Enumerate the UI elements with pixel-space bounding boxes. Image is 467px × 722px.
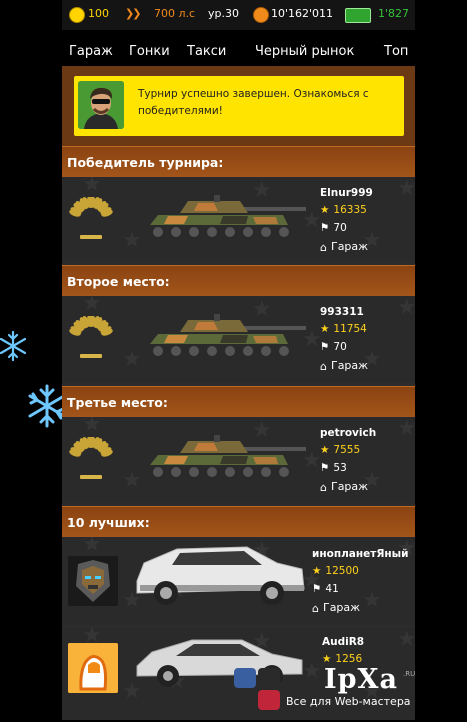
watermark-domain: .RU bbox=[403, 670, 416, 678]
watermark-text: Все для Web-мастера bbox=[286, 695, 411, 708]
nav-garage[interactable]: Гараж bbox=[69, 44, 113, 59]
player-score: ★ 7555 bbox=[320, 444, 361, 456]
checkered-flag-icon: ⚑ bbox=[320, 222, 330, 234]
section-header-top10: 10 лучших: bbox=[62, 506, 415, 538]
gold-amount: 100 bbox=[88, 7, 109, 20]
section-header-second: Второе место: bbox=[62, 265, 415, 297]
suv-image bbox=[132, 541, 307, 615]
tank-image bbox=[128, 308, 308, 372]
star-icon: ★ bbox=[312, 565, 322, 577]
svg-text:★: ★ bbox=[397, 628, 415, 652]
garage-icon: ⌂ bbox=[312, 601, 319, 615]
player-score: ★ 12500 bbox=[312, 565, 359, 577]
star-icon: ★ bbox=[320, 323, 330, 335]
watermark-logo: IpXa bbox=[324, 664, 398, 695]
snowflake-icon bbox=[27, 383, 67, 429]
nav-black-market[interactable]: Черный рынок bbox=[255, 44, 354, 59]
garage-icon: ⌂ bbox=[320, 480, 327, 494]
top-row-1[interactable]: ★★★★★★★ инопланетЯный ★12500 ⚑41 ⌂Гараж bbox=[62, 537, 415, 625]
svg-text:★: ★ bbox=[82, 537, 102, 557]
player-score: ★ 11754 bbox=[320, 323, 367, 335]
svg-text:★: ★ bbox=[82, 296, 102, 316]
character-avatar bbox=[78, 81, 124, 129]
cash-icon bbox=[345, 8, 371, 23]
player-level: ⚑ 70 bbox=[320, 341, 347, 353]
player-level: ⚑ 53 bbox=[320, 462, 347, 474]
main-nav: Гараж Гонки Такси Черный рынок Топ bbox=[62, 30, 415, 66]
svg-text:★: ★ bbox=[397, 417, 415, 441]
snowflake-icon bbox=[0, 330, 26, 362]
notice-text: Турнир успешно завершен. Ознакомься с по… bbox=[138, 88, 369, 117]
nav-races[interactable]: Гонки bbox=[129, 44, 170, 59]
winner-row-1[interactable]: ★★★★★★★ Elnur999 ★16335 ⚑70 ⌂Гараж bbox=[62, 177, 415, 261]
garage-icon: ⌂ bbox=[320, 240, 327, 254]
garage-link[interactable]: ⌂ Гараж bbox=[320, 359, 368, 373]
section-header-third: Третье место: bbox=[62, 386, 415, 418]
nav-taxi[interactable]: Такси bbox=[187, 44, 226, 59]
svg-text:★: ★ bbox=[397, 177, 415, 201]
checkered-flag-icon: ⚑ bbox=[320, 341, 330, 353]
tank-image bbox=[128, 189, 308, 253]
garage-link[interactable]: ⌂ Гараж bbox=[320, 240, 368, 254]
player-level: ⚑ 41 bbox=[312, 583, 339, 595]
player-name[interactable]: petrovich bbox=[320, 427, 376, 439]
svg-text:★: ★ bbox=[362, 588, 382, 613]
player-name[interactable]: инопланетЯный bbox=[312, 548, 409, 560]
section-title: Второе место: bbox=[67, 274, 170, 289]
section-title: Победитель турнира: bbox=[67, 155, 224, 170]
level-value: ур.30 bbox=[208, 7, 239, 20]
garage-icon: ⌂ bbox=[320, 359, 327, 373]
player-name[interactable]: 993311 bbox=[320, 306, 364, 318]
money-coin-icon bbox=[253, 7, 269, 23]
gold-coin-icon bbox=[69, 7, 85, 23]
player-name[interactable]: Elnur999 bbox=[320, 187, 373, 199]
player-name[interactable]: AudiR8 bbox=[322, 636, 364, 648]
laurel-wreath-icon bbox=[68, 315, 114, 366]
garage-link[interactable]: ⌂ Гараж bbox=[320, 480, 368, 494]
svg-text:★: ★ bbox=[397, 296, 415, 320]
nav-top[interactable]: Топ bbox=[384, 44, 408, 59]
garage-link[interactable]: ⌂ Гараж bbox=[312, 601, 360, 615]
notice-box: Турнир успешно завершен. Ознакомься с по… bbox=[74, 76, 404, 136]
star-icon: ★ bbox=[320, 444, 330, 456]
winner-row-2[interactable]: ★★★★★★★ 993311 ★11754 ⚑70 ⌂Гараж bbox=[62, 296, 415, 382]
cash-amount: 1'827 bbox=[378, 7, 410, 20]
svg-text:★: ★ bbox=[82, 417, 102, 437]
laurel-wreath-icon bbox=[68, 196, 114, 247]
section-title: 10 лучших: bbox=[67, 515, 150, 530]
notice-panel: Турнир успешно завершен. Ознакомься с по… bbox=[62, 66, 415, 146]
checkered-flag-icon: ⚑ bbox=[320, 462, 330, 474]
laurel-wreath-icon bbox=[68, 436, 114, 487]
section-title: Третье место: bbox=[67, 395, 168, 410]
player-level: ⚑ 70 bbox=[320, 222, 347, 234]
star-icon: ★ bbox=[320, 204, 330, 216]
section-header-first: Победитель турнира: bbox=[62, 146, 415, 178]
player-score: ★ 16335 bbox=[320, 204, 367, 216]
status-bar: 100 ❯❯ 700 л.с ур.30 10'162'011 1'827 bbox=[62, 0, 415, 30]
watermark-logo-icon bbox=[234, 668, 280, 710]
tank-image bbox=[128, 429, 308, 493]
power-icon: ❯❯ bbox=[125, 7, 142, 20]
svg-text:★: ★ bbox=[82, 177, 102, 197]
money-amount: 10'162'011 bbox=[271, 7, 334, 20]
power-value: 700 л.с bbox=[154, 7, 196, 20]
player-avatar bbox=[68, 556, 118, 606]
watermark: IpXa .RU Все для Web-мастера bbox=[228, 662, 467, 720]
player-avatar bbox=[68, 643, 118, 693]
checkered-flag-icon: ⚑ bbox=[312, 583, 322, 595]
winner-row-3[interactable]: ★★★★★★★ petrovich ★7555 ⚑53 ⌂Гараж bbox=[62, 417, 415, 503]
